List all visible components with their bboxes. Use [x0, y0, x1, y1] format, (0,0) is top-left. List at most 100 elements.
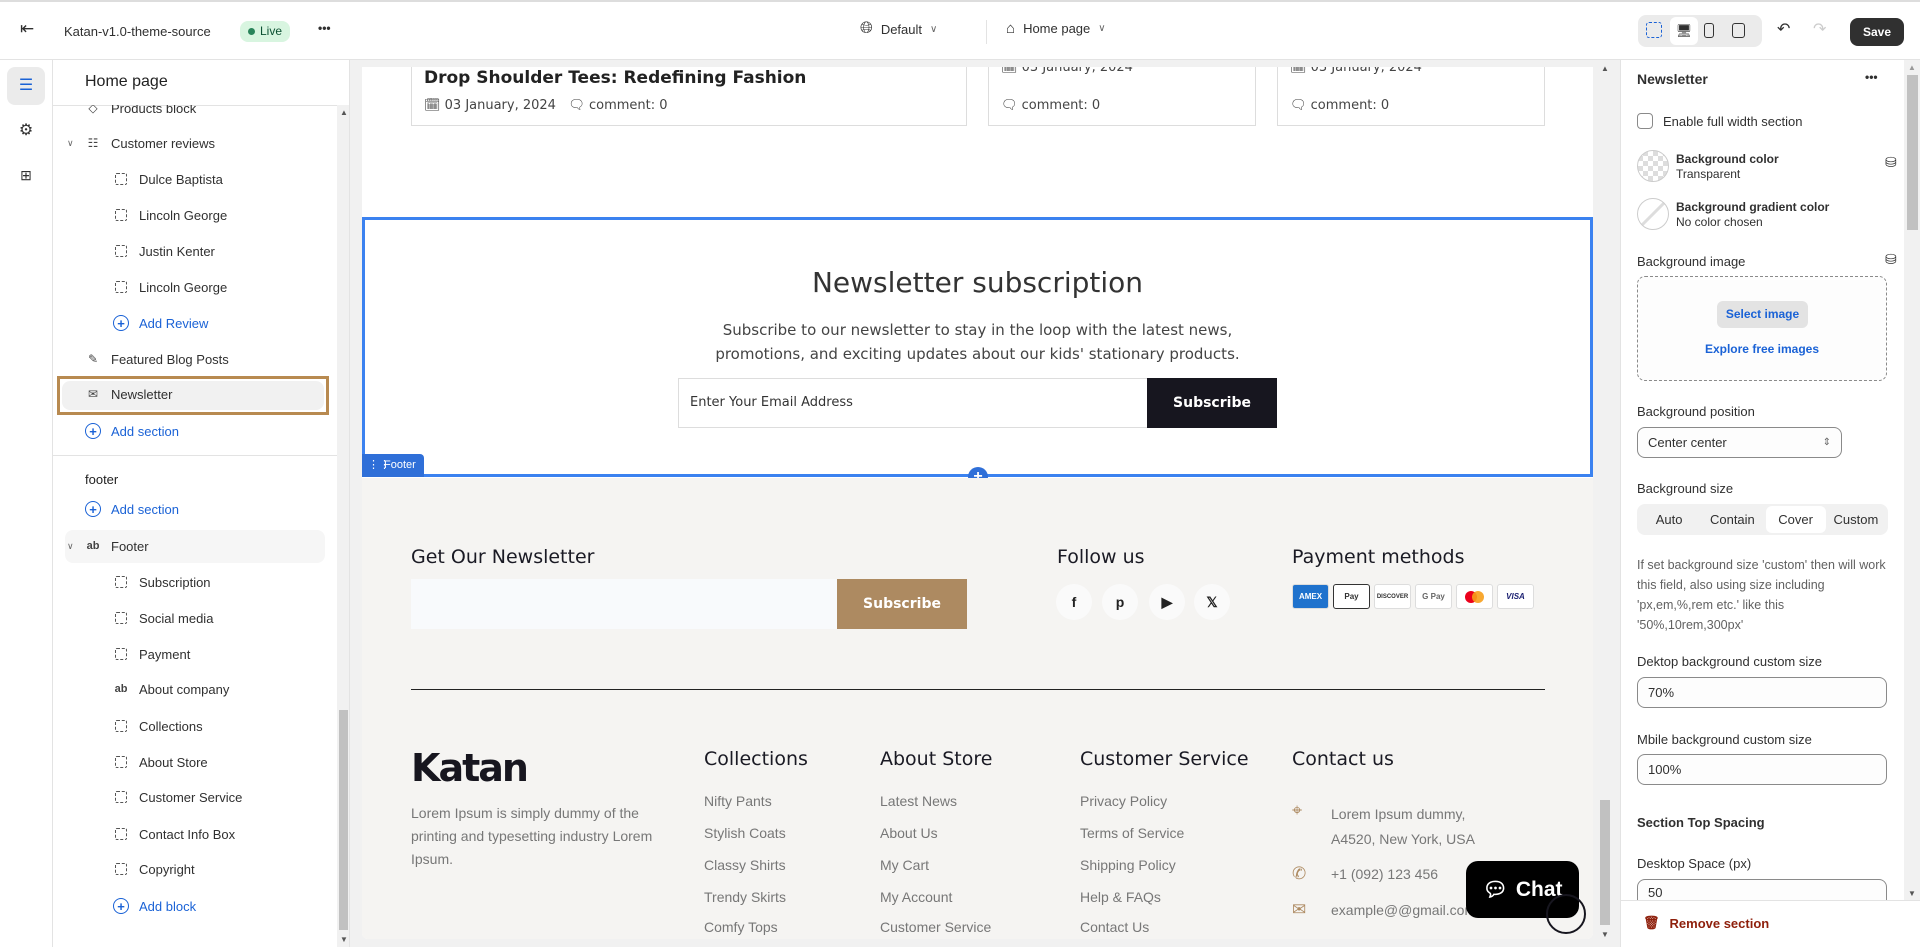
footer-block-about-store[interactable]: About Store [113, 747, 349, 777]
more-button[interactable]: ••• [318, 21, 331, 35]
blog-card[interactable]: 🗓︎ 03 January, 2024 🗨︎ comment: 0 [988, 67, 1256, 126]
footer-link[interactable]: Customer Service [880, 919, 991, 935]
footer-block-subscription[interactable]: Subscription [113, 567, 349, 597]
item-label: Subscription [139, 574, 211, 590]
sidebar-block-lincoln-george[interactable]: Lincoln George [113, 200, 349, 230]
newsletter-email-input[interactable]: Enter Your Email Address [678, 378, 1148, 428]
blog-title[interactable]: Drop Shoulder Tees: Redefining Fashion [424, 68, 806, 88]
sections-icon[interactable]: ☰ [7, 67, 45, 105]
footer-block-customer-service[interactable]: Customer Service [113, 782, 349, 812]
add-review-button[interactable]: + Add Review [113, 308, 349, 338]
bg-color-field[interactable]: Background color Transparent [1676, 152, 1779, 182]
full-width-checkbox[interactable]: Enable full width section [1637, 113, 1802, 129]
footer-section-tag[interactable]: ⋮⋮ Footer [362, 454, 424, 477]
sidebar-item-featured-blog-posts[interactable]: ✎ Featured Blog Posts [85, 344, 349, 374]
exit-icon[interactable]: ⇤ [20, 19, 34, 39]
column-title: Customer Service [1080, 748, 1249, 770]
blog-card[interactable]: Drop Shoulder Tees: Redefining Fashion 🗓… [411, 67, 967, 126]
remove-section-button[interactable]: 🗑︎ Remove section [1643, 915, 1769, 931]
page-select[interactable]: ⌂ Home page ∨ [1006, 20, 1106, 37]
section-top-spacing-heading: Section Top Spacing [1637, 815, 1765, 830]
panel-scrollbar[interactable]: ▲ ▼ [1904, 60, 1920, 900]
sidebar-item-footer[interactable]: ∨ ab Footer [67, 531, 347, 561]
footer-subscribe-button[interactable]: Subscribe [837, 579, 967, 629]
footer-link[interactable]: Contact Us [1080, 919, 1149, 935]
footer-block-payment[interactable]: Payment [113, 639, 349, 669]
fullscreen-icon[interactable] [1732, 23, 1745, 38]
footer-link[interactable]: Help & FAQs [1080, 889, 1161, 905]
divider [986, 20, 987, 44]
panel-more-button[interactable]: ••• [1865, 70, 1878, 84]
bg-position-select[interactable]: Center center ⇕ [1637, 427, 1842, 458]
text-icon: ab [114, 683, 128, 695]
no-color-swatch[interactable] [1637, 198, 1669, 230]
footer-link[interactable]: Latest News [880, 793, 957, 809]
footer-block-copyright[interactable]: Copyright [113, 854, 349, 884]
explore-free-images-link[interactable]: Explore free images [1638, 342, 1886, 356]
footer-link[interactable]: My Account [880, 889, 952, 905]
add-footer-section-button[interactable]: + Add section [85, 494, 349, 524]
size-option-custom[interactable]: Custom [1826, 512, 1886, 527]
block-icon [115, 863, 127, 875]
sidebar-block-dulce-baptista[interactable]: Dulce Baptista [113, 164, 349, 194]
settings-icon[interactable]: ⚙ [7, 112, 45, 150]
katan-logo[interactable]: Katan [411, 746, 529, 790]
desktop-space-input[interactable]: 50 [1637, 879, 1887, 900]
database-icon[interactable]: ⛁ [1885, 154, 1897, 171]
item-label: About company [139, 681, 230, 697]
facebook-icon[interactable]: f [1056, 584, 1092, 620]
footer-link[interactable]: About Us [880, 825, 938, 841]
save-button[interactable]: Save [1850, 18, 1904, 46]
add-block-button[interactable]: + Add block [113, 891, 349, 921]
blog-card[interactable]: 🗓︎ 03 January, 2024 🗨︎ comment: 0 [1277, 67, 1545, 126]
youtube-icon[interactable]: ▶ [1149, 584, 1185, 620]
newsletter-section[interactable]: Newsletter subscription Subscribe to our… [362, 217, 1593, 477]
sidebar-item-products-block[interactable]: ◇ Products block [85, 105, 349, 123]
select-image-button[interactable]: Select image [1717, 301, 1808, 328]
inspector-icon[interactable] [1646, 22, 1662, 38]
redo-icon[interactable]: ↷ [1813, 19, 1826, 39]
pinterest-icon[interactable]: p [1102, 584, 1138, 620]
size-option-cover[interactable]: Cover [1765, 506, 1826, 533]
blog-date: 03 January, 2024 [1021, 67, 1133, 75]
plus-circle-icon: + [85, 423, 101, 439]
mobile-size-input[interactable]: 100% [1637, 754, 1887, 785]
sidebar-item-newsletter[interactable]: ✉ Newsletter [85, 379, 349, 409]
footer-link[interactable]: Shipping Policy [1080, 857, 1176, 873]
footer-link[interactable]: My Cart [880, 857, 929, 873]
locale-select[interactable]: 🌐︎ Default ∨ [860, 20, 937, 38]
x-twitter-icon[interactable]: 𝕏 [1194, 584, 1230, 620]
transparent-swatch[interactable] [1637, 150, 1669, 182]
footer-link[interactable]: Nifty Pants [704, 793, 772, 809]
mail-icon: ✉ [87, 387, 99, 401]
footer-email-input[interactable] [411, 579, 837, 629]
canvas-scrollbar[interactable]: ▲ ▼ [1598, 60, 1612, 939]
footer-link[interactable]: Trendy Skirts [704, 889, 786, 905]
undo-icon[interactable]: ↶ [1777, 19, 1790, 39]
apps-icon[interactable]: ⊞ [7, 156, 45, 194]
database-icon[interactable]: ⛁ [1885, 251, 1897, 268]
add-section-button[interactable]: + Add section [85, 416, 349, 446]
footer-block-social-media[interactable]: Social media [113, 603, 349, 633]
footer-block-about-company[interactable]: ab About company [113, 674, 349, 704]
sidebar-scrollbar[interactable]: ▲ ▼ [337, 105, 349, 947]
newsletter-subscribe-button[interactable]: Subscribe [1147, 378, 1277, 428]
size-option-auto[interactable]: Auto [1639, 512, 1699, 527]
footer-link[interactable]: Comfy Tops [704, 919, 778, 935]
sidebar-block-lincoln-george-2[interactable]: Lincoln George [113, 272, 349, 302]
footer-link[interactable]: Stylish Coats [704, 825, 786, 841]
sidebar-item-customer-reviews[interactable]: ∨ ☷ Customer reviews [67, 128, 347, 158]
footer-link[interactable]: Classy Shirts [704, 857, 786, 873]
sidebar-block-justin-kenter[interactable]: Justin Kenter [113, 236, 349, 266]
footer-link[interactable]: Privacy Policy [1080, 793, 1167, 809]
desktop-size-input[interactable]: 70% [1637, 677, 1887, 708]
footer-block-contact-info-box[interactable]: Contact Info Box [113, 819, 349, 849]
payment-methods-title: Payment methods [1292, 546, 1465, 568]
footer-block-collections[interactable]: Collections [113, 711, 349, 741]
mobile-view-icon[interactable] [1704, 23, 1714, 38]
desktop-view-icon[interactable]: 🖥︎ [1670, 17, 1698, 45]
blog-comments: comment: 0 [1021, 98, 1101, 113]
gradient-color-field[interactable]: Background gradient color No color chosen [1676, 200, 1829, 230]
size-option-contain[interactable]: Contain [1699, 512, 1765, 527]
footer-link[interactable]: Terms of Service [1080, 825, 1184, 841]
